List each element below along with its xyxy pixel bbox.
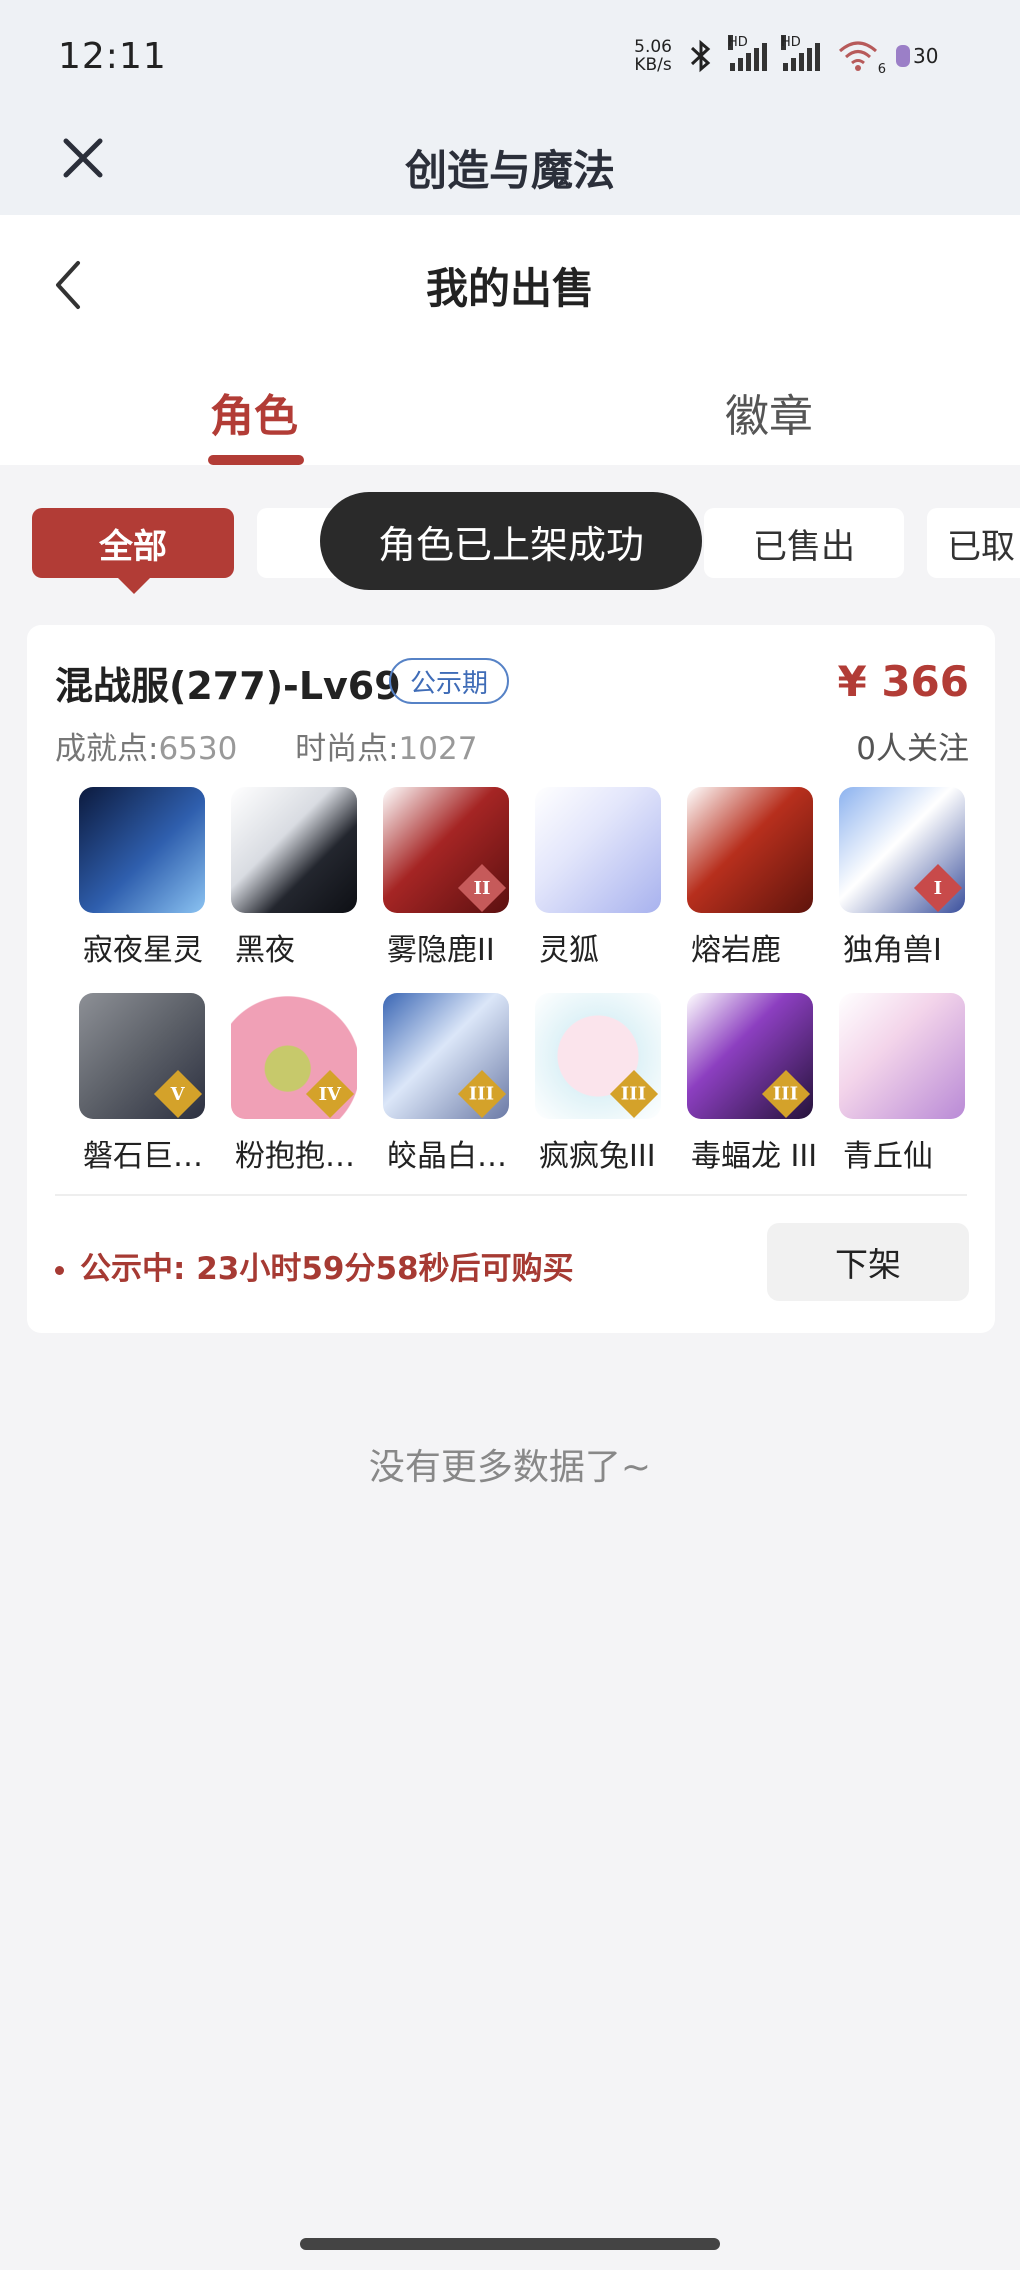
pet-name: 疯疯兔III: [539, 1139, 656, 1174]
battery-level: 30: [913, 44, 939, 68]
countdown-text: 公示中: 23小时59分58秒后可购买: [55, 1243, 574, 1288]
pet-name: 熔岩鹿: [691, 933, 781, 968]
achievement-label: 成就点:: [55, 731, 159, 767]
status-badge: 公示期: [389, 658, 509, 704]
toast-message: 角色已上架成功: [320, 492, 702, 590]
filter-sold[interactable]: 已售出: [704, 508, 904, 578]
app-bar: 创造与魔法: [0, 115, 1020, 215]
page-title: 我的出售: [425, 264, 594, 313]
wifi-label: 6: [877, 62, 886, 77]
status-icons: 5.06 KB/s HD HD 6 30: [634, 35, 942, 77]
pet-image: III: [535, 993, 661, 1119]
battery-icon: 30: [896, 43, 942, 69]
rank-badge: III: [457, 1069, 507, 1119]
pet-name: 皎晶白…: [387, 1139, 507, 1174]
pet-item[interactable]: I 独角兽I: [815, 787, 965, 969]
home-indicator[interactable]: [300, 2238, 720, 2250]
pet-name: 青丘仙: [843, 1139, 933, 1174]
rank-badge: III: [609, 1069, 659, 1119]
pet-image: V: [79, 993, 205, 1119]
signal-icon-2: HD: [781, 35, 820, 71]
wifi-icon: 6: [836, 39, 886, 77]
network-speed-value: 5.06: [634, 37, 672, 57]
pet-name: 独角兽I: [843, 933, 942, 968]
tab-badge[interactable]: 徽章: [725, 380, 813, 444]
signal-icon-1: HD: [728, 35, 767, 71]
app-title: 创造与魔法: [404, 146, 615, 195]
bullet-icon: [55, 1266, 64, 1275]
pet-name: 灵狐: [539, 933, 599, 968]
pet-item[interactable]: 灵狐: [511, 787, 661, 969]
pet-image: III: [383, 993, 509, 1119]
pet-item[interactable]: III 毒蝠龙 III: [663, 993, 818, 1175]
pet-item[interactable]: II 雾隐鹿II: [359, 787, 509, 969]
pet-name: 毒蝠龙 III: [691, 1139, 818, 1174]
pet-item[interactable]: 黑夜: [207, 787, 357, 969]
pet-item[interactable]: 青丘仙: [815, 993, 965, 1175]
tab-role[interactable]: 角色: [210, 380, 298, 444]
pet-item[interactable]: III 皎晶白…: [359, 993, 509, 1175]
pet-image: I: [839, 787, 965, 913]
pet-image: [687, 787, 813, 913]
pet-name: 磐石巨…: [83, 1139, 203, 1174]
card-divider: [55, 1194, 967, 1196]
rank-badge: IV: [305, 1069, 355, 1119]
countdown-label: 公示中: 23小时59分58秒后可购买: [80, 1251, 574, 1287]
rank-badge: III: [761, 1069, 811, 1119]
pet-image: [79, 787, 205, 913]
pet-name: 粉抱抱…: [235, 1139, 355, 1174]
network-speed: 5.06 KB/s: [634, 38, 672, 74]
fashion-value: 1027: [398, 731, 478, 767]
network-speed-unit: KB/s: [634, 55, 672, 75]
pet-image: [535, 787, 661, 913]
pet-image: II: [383, 787, 509, 913]
status-time: 12:11: [58, 36, 167, 77]
pet-item[interactable]: 熔岩鹿: [663, 787, 813, 969]
pet-name: 雾隐鹿II: [387, 933, 495, 968]
followers-count: 0人关注: [856, 731, 969, 767]
listing-stats: 成就点:6530 时尚点:1027: [55, 723, 477, 768]
pet-name: 黑夜: [235, 933, 295, 968]
pet-item[interactable]: III 疯疯兔III: [511, 993, 661, 1175]
rank-badge: V: [153, 1069, 203, 1119]
pet-image: IV: [231, 993, 357, 1119]
pet-image: III: [687, 993, 813, 1119]
pet-item[interactable]: 寂夜星灵: [55, 787, 205, 969]
pet-item[interactable]: IV 粉抱抱…: [207, 993, 357, 1175]
filter-all[interactable]: 全部: [32, 508, 234, 594]
pet-image: [231, 787, 357, 913]
status-bar: 12:11 5.06 KB/s HD HD 6 30: [0, 0, 1020, 115]
no-more-data: 没有更多数据了~: [368, 1447, 652, 1488]
active-tab-indicator: [208, 455, 304, 465]
pet-image: [839, 993, 965, 1119]
pet-name: 寂夜星灵: [83, 933, 203, 968]
bluetooth-icon: [690, 39, 711, 73]
listing-card[interactable]: 混战服(277)-Lv69 公示期 ¥ 366 成就点:6530 时尚点:102…: [27, 625, 995, 1333]
pet-item[interactable]: V 磐石巨…: [55, 993, 205, 1175]
rank-badge: II: [457, 863, 507, 913]
achievement-value: 6530: [158, 731, 238, 767]
listing-title: 混战服(277)-Lv69: [55, 664, 401, 708]
rank-badge: I: [913, 863, 963, 913]
listing-price: ¥ 366: [837, 657, 969, 706]
fashion-label: 时尚点:: [295, 731, 399, 767]
filter-cancelled[interactable]: 已取: [927, 508, 1020, 578]
delist-button[interactable]: 下架: [767, 1223, 969, 1301]
page-header: 我的出售 角色 徽章: [0, 215, 1020, 465]
